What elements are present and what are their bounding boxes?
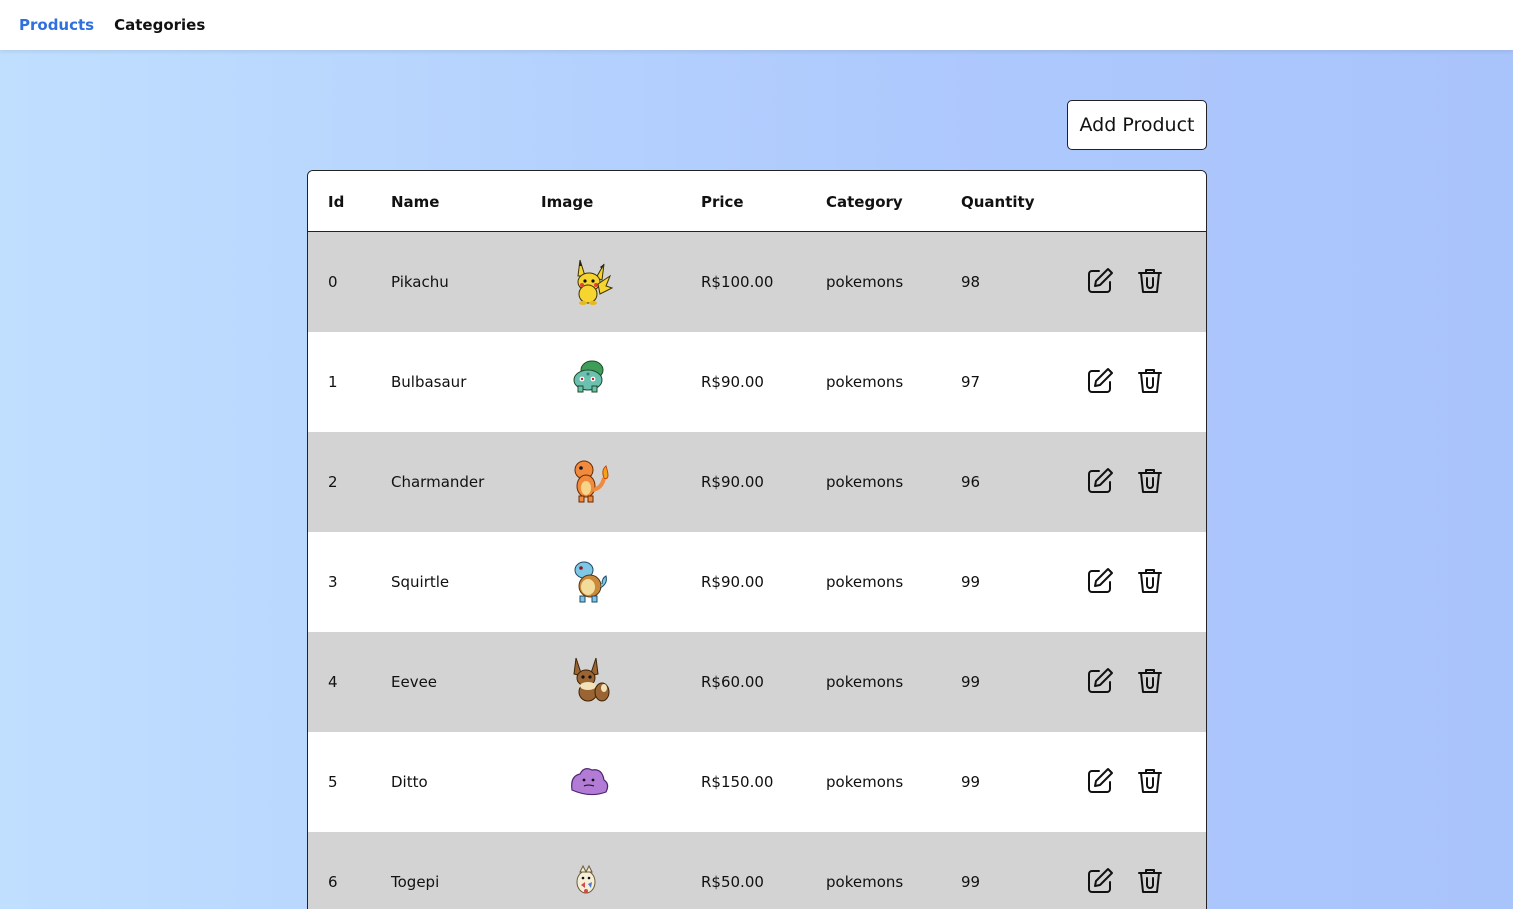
togepi-sprite-icon	[576, 864, 596, 894]
row-price: R$50.00	[701, 873, 764, 891]
table-row: 4 Eevee R$60.00 pokemons 99	[308, 632, 1206, 732]
row-category: pokemons	[826, 473, 904, 491]
row-category: pokemons	[826, 873, 904, 891]
table-row: 5 Ditto R$150.00 pokemons 99	[308, 732, 1206, 832]
row-quantity: 99	[961, 873, 981, 891]
row-quantity: 99	[961, 673, 981, 691]
row-quantity: 98	[961, 273, 981, 291]
row-id: 5	[328, 773, 338, 791]
row-name: Eevee	[391, 673, 438, 691]
table-header-row: Id Name Image Price Category Quantity	[308, 171, 1206, 232]
row-name: Togepi	[391, 873, 440, 891]
trash-icon[interactable]	[1134, 665, 1166, 697]
edit-icon[interactable]	[1084, 365, 1116, 397]
pikachu-sprite-icon	[577, 259, 614, 305]
edit-icon[interactable]	[1084, 665, 1116, 697]
table-row: 6 Togepi R$50.00 pokemons 99	[308, 832, 1206, 909]
table-row: 3 Squirtle R$90.00 pokemons 99	[308, 532, 1206, 632]
row-quantity: 97	[961, 373, 981, 391]
row-quantity: 96	[961, 473, 981, 491]
row-name: Charmander	[391, 473, 485, 491]
edit-icon[interactable]	[1084, 865, 1116, 897]
nav-categories-link[interactable]: Categories	[114, 16, 205, 34]
trash-icon[interactable]	[1134, 265, 1166, 297]
row-name: Bulbasaur	[391, 373, 467, 391]
trash-icon[interactable]	[1134, 765, 1166, 797]
products-table: Id Name Image Price Category Quantity 0 …	[307, 170, 1207, 909]
row-category: pokemons	[826, 673, 904, 691]
eevee-sprite-icon	[573, 657, 610, 702]
header-name: Name	[391, 193, 440, 211]
header-quantity: Quantity	[961, 193, 1035, 211]
header-image: Image	[541, 193, 594, 211]
header-category: Category	[826, 193, 903, 211]
row-category: pokemons	[826, 273, 904, 291]
edit-icon[interactable]	[1084, 265, 1116, 297]
edit-icon[interactable]	[1084, 765, 1116, 797]
header-id: Id	[328, 193, 345, 211]
row-id: 4	[328, 673, 338, 691]
table-row: 0 Pikachu R$100.00 pokemons 98	[308, 232, 1206, 332]
row-price: R$90.00	[701, 373, 764, 391]
charmander-sprite-icon	[574, 460, 609, 503]
row-name: Pikachu	[391, 273, 449, 291]
trash-icon[interactable]	[1134, 865, 1166, 897]
row-price: R$90.00	[701, 573, 764, 591]
row-quantity: 99	[961, 773, 981, 791]
row-name: Squirtle	[391, 573, 450, 591]
row-quantity: 99	[961, 573, 981, 591]
row-category: pokemons	[826, 573, 904, 591]
header-price: Price	[701, 193, 744, 211]
row-id: 3	[328, 573, 338, 591]
row-price: R$60.00	[701, 673, 764, 691]
ditto-sprite-icon	[571, 768, 609, 796]
trash-icon[interactable]	[1134, 365, 1166, 397]
edit-icon[interactable]	[1084, 565, 1116, 597]
row-price: R$90.00	[701, 473, 764, 491]
row-category: pokemons	[826, 773, 904, 791]
row-category: pokemons	[826, 373, 904, 391]
row-id: 2	[328, 473, 338, 491]
row-id: 0	[328, 273, 338, 291]
trash-icon[interactable]	[1134, 465, 1166, 497]
bulbasaur-sprite-icon	[573, 360, 604, 393]
edit-icon[interactable]	[1084, 465, 1116, 497]
row-name: Ditto	[391, 773, 428, 791]
table-row: 2 Charmander R$90.00 pokemons 96	[308, 432, 1206, 532]
add-product-button[interactable]: Add Product	[1067, 100, 1207, 150]
nav-products-link[interactable]: Products	[19, 16, 94, 34]
row-price: R$150.00	[701, 773, 774, 791]
squirtle-sprite-icon	[574, 561, 607, 603]
trash-icon[interactable]	[1134, 565, 1166, 597]
table-row: 1 Bulbasaur R$90.00 pokemons 97	[308, 332, 1206, 432]
row-price: R$100.00	[701, 273, 774, 291]
row-id: 6	[328, 873, 338, 891]
top-navbar: Products Categories	[0, 0, 1513, 50]
row-id: 1	[328, 373, 338, 391]
